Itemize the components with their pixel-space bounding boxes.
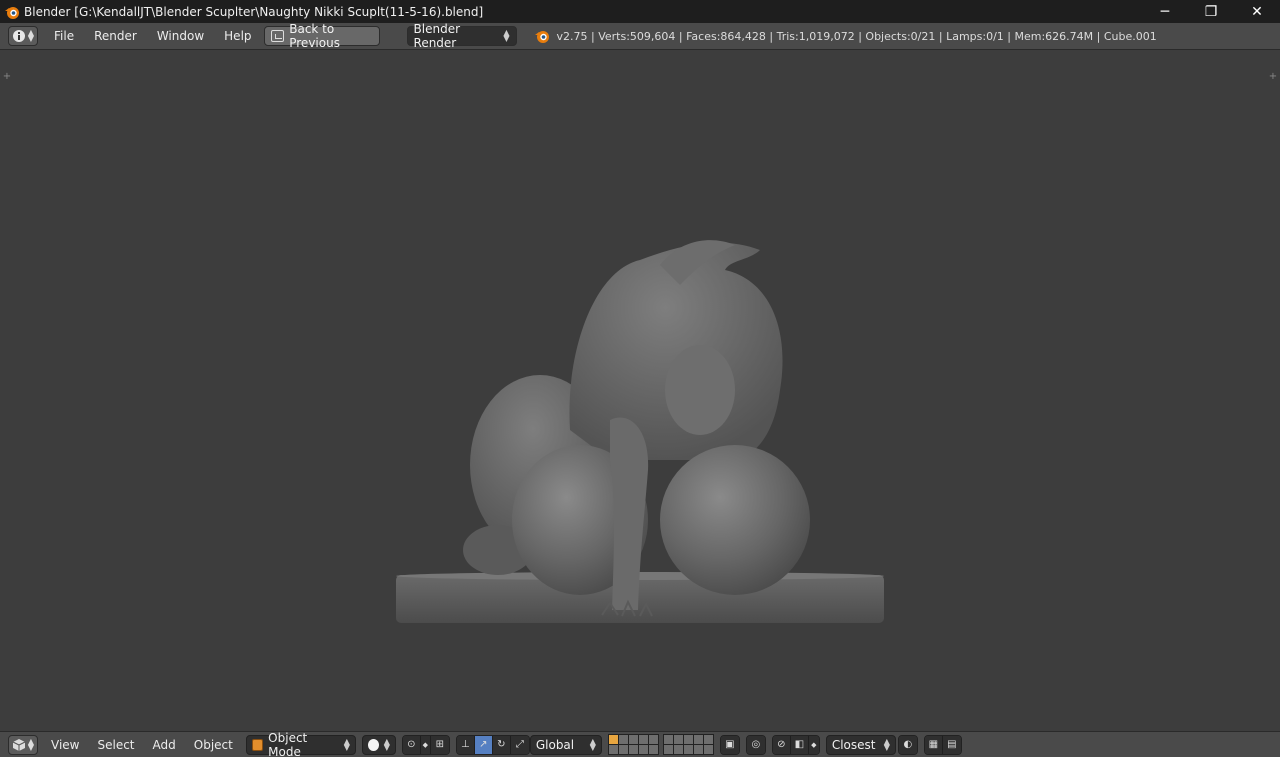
layer-11[interactable] [608,745,618,754]
info-header: ▲ ▼ File Render Window Help Back to Previ… [0,22,1280,50]
translate-manipulator-icon[interactable]: ↗ [474,735,493,754]
model-face [665,345,735,435]
layer-7[interactable] [673,735,683,744]
snap-target-select[interactable]: Closest ▲ ▼ [825,734,896,755]
chevron-updown-icon[interactable]: ◆ [420,735,431,754]
3d-view-header: ▲ ▼ View Select Add Object Object Mode ▲ ▼… [0,731,1280,757]
back-to-previous-label: Back to Previous [289,22,340,50]
opengl-render-animation-icon[interactable]: ▤ [942,735,961,754]
manipulator-group: ⊥ ↗ ↻ ⤢ [455,734,530,755]
snap-group: ⊘ ◧ ◆ [771,734,820,755]
window-controls: ─ ❐ ✕ [1142,0,1280,23]
3d-viewport[interactable]: + + [0,50,1280,731]
layer-15[interactable] [648,745,658,754]
proportional-group: ◎ [745,734,766,755]
manipulator-toggle-icon[interactable]: ⊥ [456,735,475,754]
transform-orientation-label: Global [535,737,575,752]
info-menu: File Render Window Help [44,23,262,50]
snap-element-icon[interactable]: ◧ [790,735,809,754]
editor-type-selector[interactable]: ▲ ▼ [8,26,38,46]
close-button[interactable]: ✕ [1234,0,1280,23]
menu-window[interactable]: Window [147,23,214,50]
layer-16[interactable] [663,745,673,754]
chevron-updown-icon[interactable]: ◆ [808,735,819,754]
layer-18[interactable] [683,745,693,754]
scene-stats: v2.75 | Verts:509,604 | Faces:864,428 | … [556,29,1157,43]
opengl-render-image-icon[interactable]: ▦ [924,735,943,754]
proportional-editing-icon[interactable]: ◎ [746,735,765,754]
scale-manipulator-icon[interactable]: ⤢ [510,735,529,754]
layer-10[interactable] [703,735,713,744]
area-split-right-icon[interactable]: + [1268,72,1278,82]
render-opengl-group: ▦ ▤ [923,734,962,755]
layer-5[interactable] [648,735,658,744]
chevron-updown-icon: ▲ ▼ [27,736,35,752]
scene-layers[interactable] [607,734,659,755]
menu-view[interactable]: View [42,732,88,757]
viewport-shading-select[interactable]: ▲ ▼ [361,734,396,755]
menu-object[interactable]: Object [185,732,242,757]
info-icon [12,30,25,42]
menu-add[interactable]: Add [144,732,185,757]
area-split-left-icon[interactable]: + [2,72,12,82]
blender-logo-icon [534,31,549,43]
chevron-updown-icon: ▲ ▼ [589,736,596,752]
layer-3[interactable] [628,735,638,744]
layer-8[interactable] [683,735,693,744]
window-titlebar: Blender [G:\KendallJT\Blender Scuplter\N… [0,0,1280,23]
layer-12[interactable] [618,745,628,754]
render-engine-select[interactable]: Blender Render ▲ ▼ [406,22,517,50]
transform-orientation-select[interactable]: Global ▲ ▼ [529,734,602,755]
menu-render[interactable]: Render [84,23,147,50]
window-title: Blender [G:\KendallJT\Blender Scuplter\N… [24,4,484,19]
chevron-updown-icon: ▲ ▼ [503,28,510,43]
3d-view-icon [12,738,26,751]
layer-19[interactable] [693,745,703,754]
editor-type-selector[interactable]: ▲ ▼ [8,734,38,755]
layer-2[interactable] [618,735,628,744]
object-mode-label: Object Mode [268,730,308,757]
layer-20[interactable] [703,745,713,754]
chevron-updown-icon: ▲ ▼ [27,28,35,43]
layer-14[interactable] [638,745,648,754]
layer-6[interactable] [663,735,673,744]
viewport-menu: View Select Add Object [42,732,242,757]
model-base-top-edge [396,572,884,580]
model-front-right [660,445,810,595]
object-mode-select[interactable]: Object Mode ▲ ▼ [245,731,356,757]
scene-layers-2[interactable] [662,734,714,755]
minimize-button[interactable]: ─ [1142,0,1188,23]
pivot-group: ⊙ ◆ ⊞ [401,734,450,755]
screen-back-icon [270,30,285,42]
pivot-point-icon[interactable]: ⊙ [402,735,421,754]
chevron-updown-icon: ▲ ▼ [383,736,390,752]
layer-17[interactable] [673,745,683,754]
snap-target-label: Closest [831,737,876,752]
solid-shading-icon [367,738,379,751]
restore-button[interactable]: ❐ [1188,0,1234,23]
rotate-manipulator-icon[interactable]: ↻ [492,735,511,754]
layer-13[interactable] [628,745,638,754]
menu-file[interactable]: File [44,23,84,50]
layer-lock-group: ▣ [719,734,740,755]
render-engine-label: Blender Render [413,22,461,50]
layer-9[interactable] [693,735,703,744]
manipulate-center-icon[interactable]: ⊞ [430,735,449,754]
lock-scene-icon[interactable]: ▣ [720,735,739,754]
snap-align-rotation-icon[interactable]: ◐ [898,735,917,754]
chevron-updown-icon: ▲ ▼ [343,736,350,752]
menu-help[interactable]: Help [214,23,261,50]
back-to-previous-button[interactable]: Back to Previous [263,22,380,50]
layer-4[interactable] [638,735,648,744]
snap-rotate-group: ◐ [897,734,918,755]
object-cube-icon [251,738,264,751]
sculpt-model[interactable] [380,190,900,630]
blender-logo-icon [5,6,19,19]
chevron-updown-icon: ▲ ▼ [883,736,890,752]
layer-1[interactable] [608,735,618,744]
snap-magnet-icon[interactable]: ⊘ [772,735,791,754]
menu-select[interactable]: Select [88,732,143,757]
